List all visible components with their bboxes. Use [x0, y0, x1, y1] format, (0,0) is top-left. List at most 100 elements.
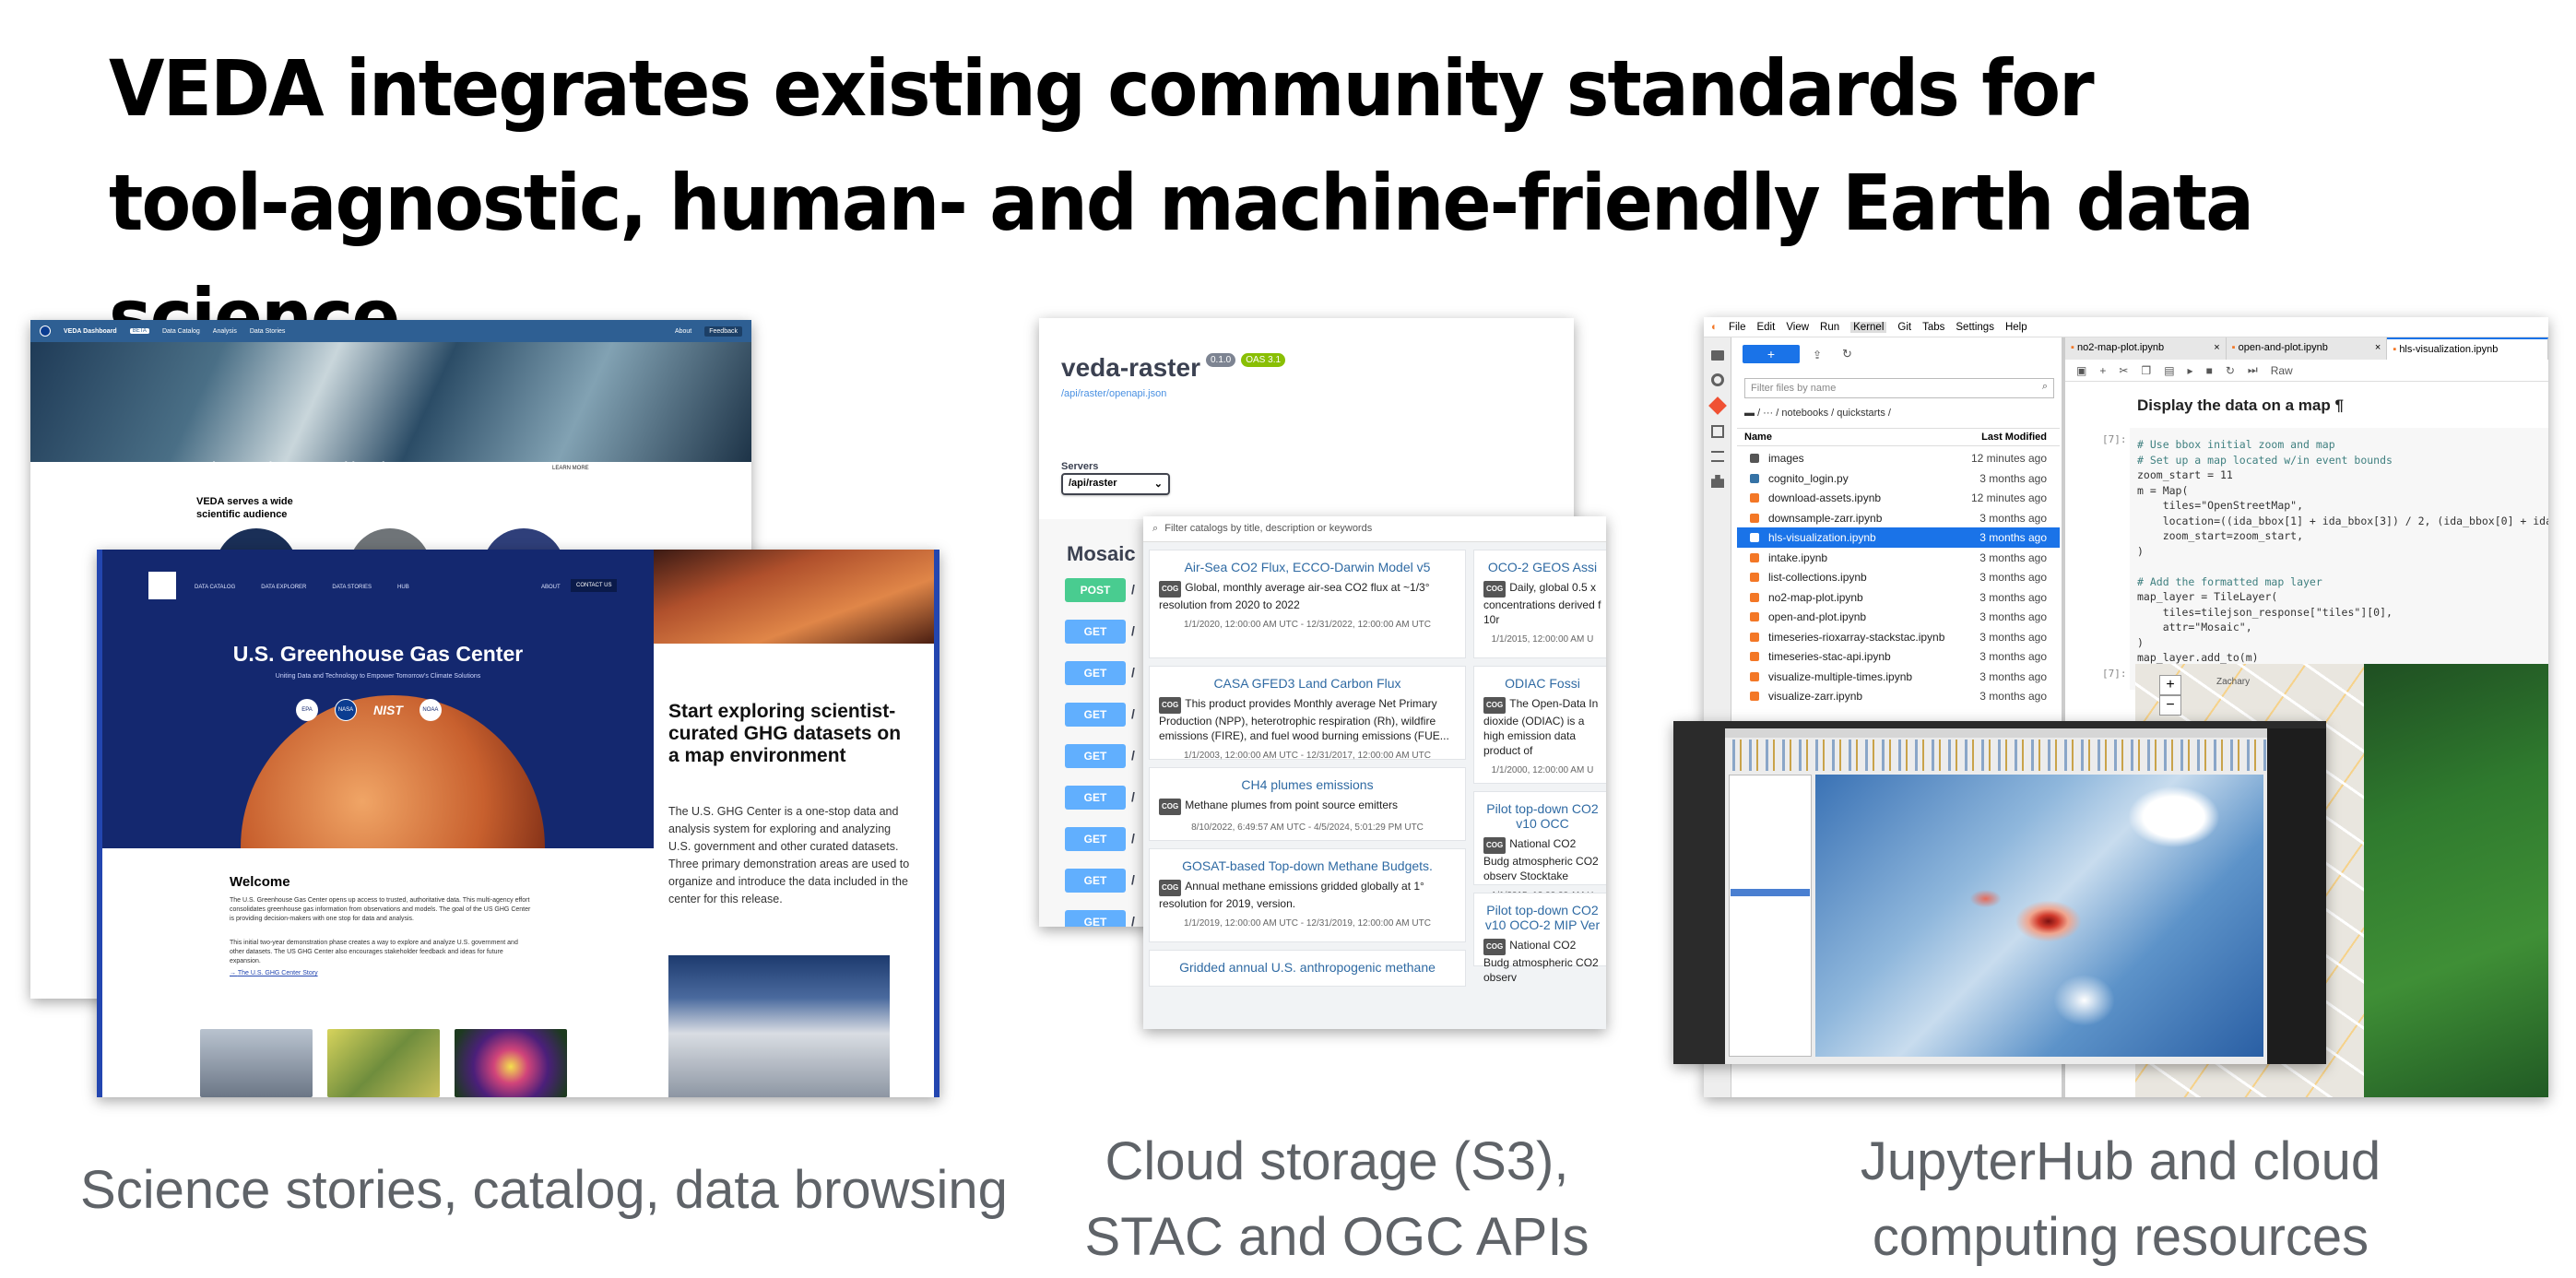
restart-icon[interactable]: ↻ — [2226, 364, 2235, 377]
endpoint-method-get[interactable]: GET — [1065, 786, 1126, 810]
endpoint-path[interactable]: / — [1131, 582, 1135, 597]
file-row[interactable]: cognito_login.py 3 months ago — [1737, 468, 2060, 489]
git-icon[interactable] — [1708, 396, 1727, 415]
catalog-card-title[interactable]: CH4 plumes emissions — [1155, 777, 1459, 792]
catalog-card-title[interactable]: Pilot top-down CO2 v10 OCC — [1480, 801, 1605, 831]
close-icon[interactable]: × — [2375, 342, 2381, 353]
add-cell-icon[interactable]: + — [2099, 364, 2106, 377]
notebook-tab[interactable]: ▪ no2-map-plot.ipynb × — [2065, 337, 2227, 360]
catalog-card[interactable]: OCO-2 GEOS Assi COG Daily, global 0.5 x co… — [1473, 550, 1606, 658]
menu-kernel[interactable]: Kernel — [1850, 321, 1887, 333]
file-name[interactable]: download-assets.ipynb — [1737, 491, 1958, 504]
menu-run[interactable]: Run — [1820, 322, 1839, 333]
catalog-card-title[interactable]: OCO-2 GEOS Assi — [1480, 560, 1605, 574]
endpoint-method-get[interactable]: GET — [1065, 869, 1126, 893]
veda-brand[interactable]: VEDA Dashboard — [64, 328, 117, 335]
file-name[interactable]: images — [1737, 452, 1958, 465]
file-name[interactable]: list-collections.ipynb — [1737, 571, 1958, 584]
veda-nav-analysis[interactable]: Analysis — [213, 328, 237, 335]
catalog-card-title[interactable]: Air-Sea CO2 Flux, ECCO-Darwin Model v5 — [1155, 560, 1459, 574]
menu-settings[interactable]: Settings — [1956, 322, 1994, 333]
close-icon[interactable]: × — [2214, 342, 2219, 353]
veda-learn-more-button[interactable]: LEARN MORE — [547, 463, 595, 474]
stop-icon[interactable]: ■ — [2206, 364, 2213, 377]
notebook-tab[interactable]: ▪ open-and-plot.ipynb × — [2227, 337, 2388, 360]
catalog-filter[interactable]: ⌕ Filter catalogs by title, description … — [1143, 516, 1606, 542]
file-row[interactable]: images 12 minutes ago — [1737, 448, 2060, 468]
file-row[interactable]: list-collections.ipynb 3 months ago — [1737, 567, 2060, 587]
upload-icon[interactable]: ⇪ — [1813, 349, 1822, 361]
methane-map-thumbnail[interactable] — [455, 1029, 567, 1097]
running-icon[interactable] — [1711, 373, 1724, 386]
menu-git[interactable]: Git — [1897, 322, 1911, 333]
file-filter[interactable]: Filter files by name ⌕ — [1744, 378, 2054, 398]
ghg-story-link[interactable]: → The U.S. GHG Center Story — [230, 970, 318, 976]
wetland-thumbnail[interactable] — [327, 1029, 440, 1097]
endpoint-path[interactable]: / — [1131, 665, 1135, 680]
endpoint-path[interactable]: / — [1131, 706, 1135, 721]
veda-nav-feedback[interactable]: Feedback — [704, 325, 742, 337]
endpoint-method-post[interactable]: POST — [1065, 578, 1126, 602]
ghg-nav-hub[interactable]: HUB — [397, 585, 409, 590]
col-modified-header[interactable]: Last Modified — [1958, 432, 2060, 443]
cell-type-select[interactable]: Raw — [2271, 364, 2330, 377]
menu-view[interactable]: View — [1786, 322, 1809, 333]
run-all-icon[interactable]: ⏭ — [2248, 363, 2258, 377]
server-select[interactable]: /api/raster ⌄ — [1061, 473, 1170, 495]
col-name-header[interactable]: Name — [1737, 432, 1958, 443]
catalog-card[interactable]: ODIAC Fossi COG The Open-Data In dioxide (… — [1473, 666, 1606, 784]
file-row[interactable]: no2-map-plot.ipynb 3 months ago — [1737, 587, 2060, 608]
file-name[interactable]: intake.ipynb — [1737, 551, 1958, 564]
veda-nav-data-stories[interactable]: Data Stories — [250, 328, 286, 335]
file-row[interactable]: hls-visualization.ipynb 3 months ago — [1737, 527, 2060, 548]
file-name[interactable]: timeseries-rioxarray-stackstac.ipynb — [1737, 631, 1958, 644]
qgis-map-canvas[interactable] — [1815, 775, 2263, 1057]
copy-icon[interactable]: ❐ — [2141, 364, 2151, 377]
extensions-icon[interactable] — [1711, 475, 1724, 488]
ghg-nav-data-catalog[interactable]: DATA CATALOG — [195, 585, 235, 590]
catalog-card[interactable]: GOSAT-based Top-down Methane Budgets. COG… — [1149, 848, 1466, 942]
cut-icon[interactable]: ✂ — [2119, 364, 2128, 377]
endpoint-method-get[interactable]: GET — [1065, 703, 1126, 727]
file-name[interactable]: timeseries-stac-api.ipynb — [1737, 650, 1958, 663]
endpoint-path[interactable]: / — [1131, 748, 1135, 763]
mosaic-section-title[interactable]: Mosaic — [1067, 542, 1136, 566]
paste-icon[interactable]: ▤ — [2164, 364, 2174, 377]
ghg-nav-about[interactable]: ABOUT — [541, 585, 561, 590]
catalog-card[interactable]: Gridded annual U.S. anthropogenic methan… — [1149, 950, 1466, 987]
endpoint-method-get[interactable]: GET — [1065, 910, 1126, 927]
file-row[interactable]: downsample-zarr.ipynb 3 months ago — [1737, 508, 2060, 528]
toc-icon[interactable] — [1711, 451, 1724, 462]
zoom-in-button[interactable]: + — [2159, 675, 2181, 695]
ghg-nav-data-explorer[interactable]: DATA EXPLORER — [261, 585, 306, 590]
endpoint-path[interactable]: / — [1131, 623, 1135, 638]
file-row[interactable]: visualize-multiple-times.ipynb 3 months a… — [1737, 667, 2060, 687]
menu-help[interactable]: Help — [2005, 322, 2027, 333]
file-name[interactable]: visualize-zarr.ipynb — [1737, 690, 1958, 703]
ghg-nav-data-stories[interactable]: DATA STORIES — [332, 585, 372, 590]
save-icon[interactable]: ▣ — [2076, 364, 2086, 377]
file-name[interactable]: open-and-plot.ipynb — [1737, 610, 1958, 623]
file-name[interactable]: no2-map-plot.ipynb — [1737, 591, 1958, 604]
menu-file[interactable]: File — [1729, 322, 1746, 333]
menu-edit[interactable]: Edit — [1756, 322, 1775, 333]
file-row[interactable]: timeseries-stac-api.ipynb 3 months ago — [1737, 646, 2060, 667]
file-row[interactable]: download-assets.ipynb 12 minutes ago — [1737, 488, 2060, 508]
file-name[interactable]: downsample-zarr.ipynb — [1737, 512, 1958, 525]
zoom-out-button[interactable]: − — [2159, 695, 2181, 716]
breadcrumb[interactable]: ▬ / ··· / notebooks / quickstarts / — [1744, 408, 1891, 419]
catalog-card[interactable]: Air-Sea CO2 Flux, ECCO-Darwin Model v5 CO… — [1149, 550, 1466, 658]
refresh-icon[interactable]: ↻ — [1842, 347, 1852, 361]
veda-nav-about[interactable]: About — [675, 328, 691, 335]
endpoint-path[interactable]: / — [1131, 872, 1135, 887]
folder-icon[interactable] — [1711, 350, 1724, 361]
qgis-selected-layer[interactable] — [1731, 889, 1810, 896]
catalog-card[interactable]: Pilot top-down CO2 v10 OCC COG National CO… — [1473, 791, 1606, 901]
file-name[interactable]: cognito_login.py — [1737, 472, 1958, 485]
smokestack-thumbnail[interactable] — [200, 1029, 313, 1097]
commands-icon[interactable] — [1711, 425, 1724, 438]
catalog-card-title[interactable]: CASA GFED3 Land Carbon Flux — [1155, 676, 1459, 691]
catalog-card-title[interactable]: Gridded annual U.S. anthropogenic methan… — [1155, 960, 1459, 975]
ghg-contact-us-button[interactable]: CONTACT US — [571, 579, 618, 592]
file-row[interactable]: timeseries-rioxarray-stackstac.ipynb 3 mo… — [1737, 627, 2060, 647]
